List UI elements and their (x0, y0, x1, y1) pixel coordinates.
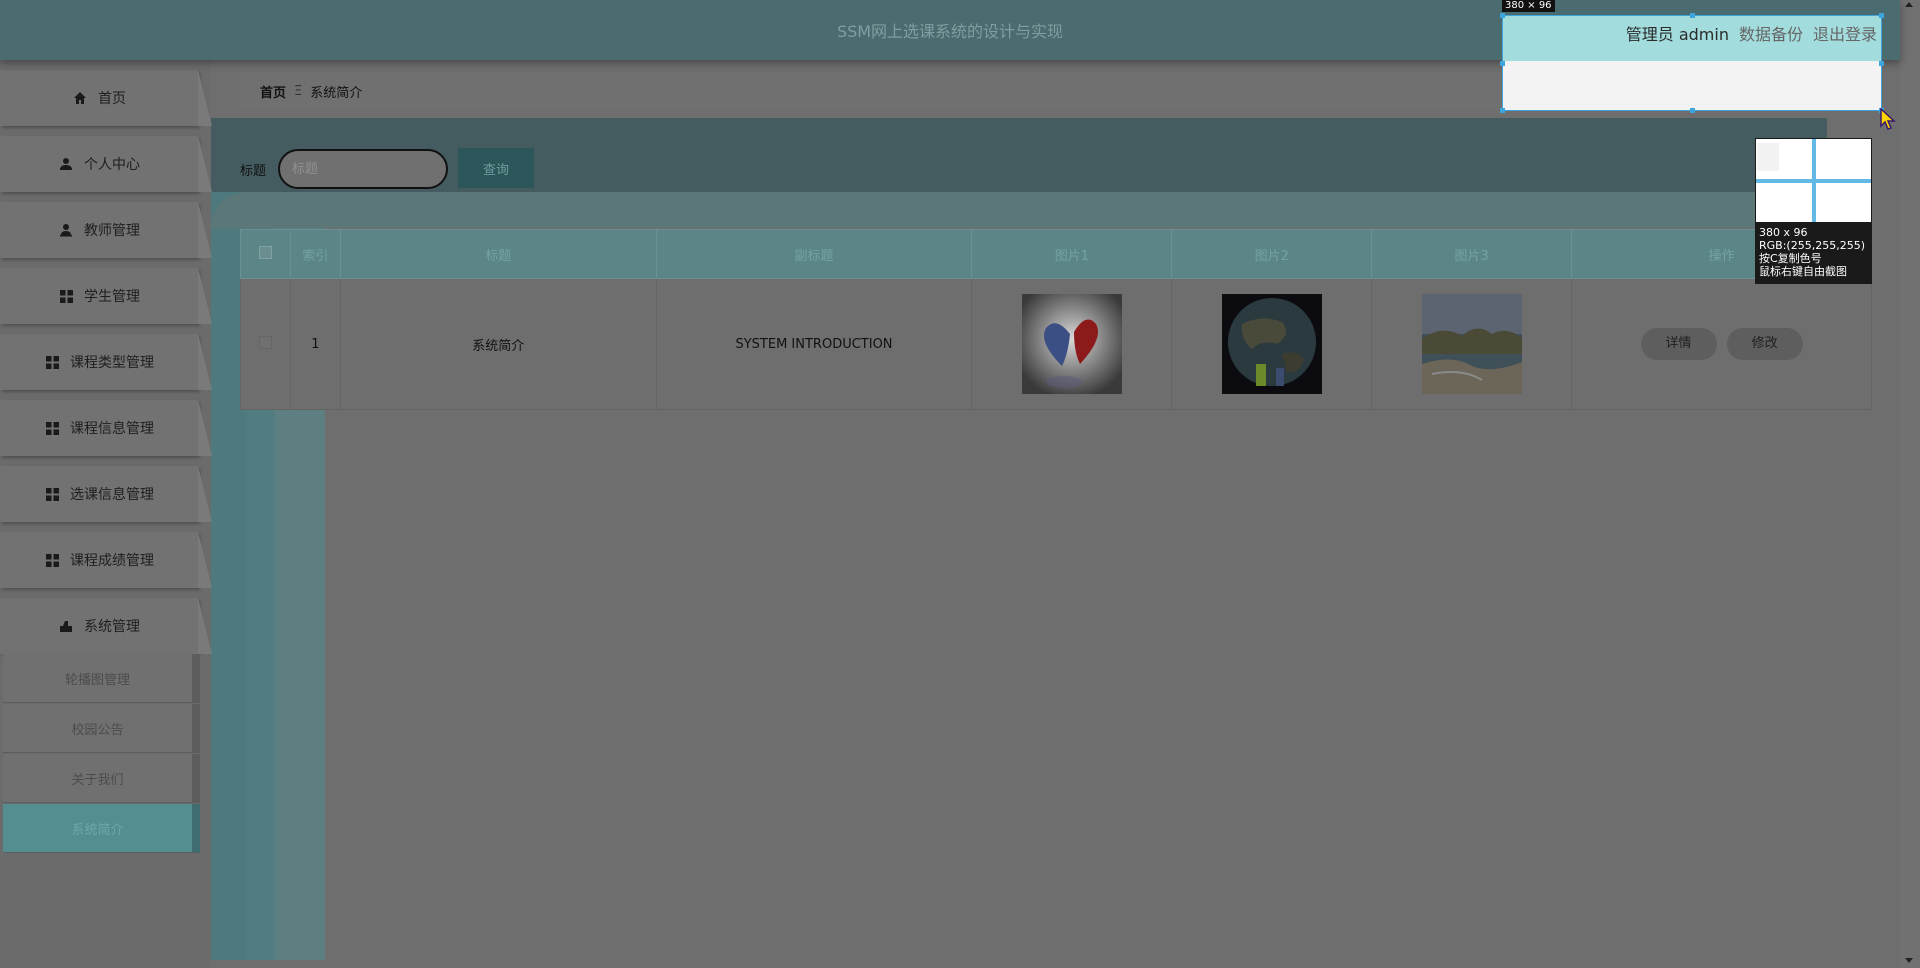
column-header: 副标题 (655, 229, 973, 279)
sidebar-item-label: 学生管理 (84, 289, 140, 305)
column-header: 图片3 (1371, 229, 1573, 279)
magnifier-pixel-area (1757, 143, 1779, 171)
resize-handle[interactable] (1879, 13, 1884, 18)
row-image-1-cell (971, 278, 1173, 410)
grid-icon (44, 354, 60, 370)
system-icon (58, 618, 74, 634)
user-icon (58, 156, 74, 172)
page-scrollbar[interactable] (1900, 0, 1920, 968)
scroll-down-icon[interactable] (1905, 958, 1913, 963)
logout-link[interactable]: 退出登录 (1813, 21, 1877, 45)
system-intro-table: 索引 标题 副标题 图片1 图片2 图片3 操作 1 系统简介 SYSTEM I… (240, 229, 1872, 410)
scroll-up-icon[interactable] (1905, 2, 1913, 7)
coastline-image[interactable] (1421, 294, 1522, 394)
sidebar-item-home[interactable]: 首页 (0, 70, 212, 126)
grid-icon (44, 552, 60, 568)
sidebar-item-label: 个人中心 (84, 157, 140, 173)
heart-balloons-image[interactable] (1021, 294, 1122, 394)
select-all-cell[interactable] (240, 229, 291, 279)
grid-icon (44, 420, 60, 436)
earth-figures-image[interactable] (1221, 294, 1322, 394)
sidebar: 首页 个人中心 教师管理 学生管理 课程类型管理 课程信息管理 选课信息管理 课… (0, 60, 212, 968)
row-select-cell[interactable] (240, 278, 291, 410)
resize-handle[interactable] (1690, 108, 1695, 113)
magnifier-info: 380 x 96 RGB:(255,255,255) 按C复制色号 鼠标右键自由… (1759, 226, 1865, 278)
sidebar-item-label: 系统管理 (84, 619, 140, 635)
magnifier-rgb: RGB:(255,255,255) (1759, 239, 1865, 252)
detail-button[interactable]: 详情 (1640, 328, 1717, 360)
sidebar-item-course-types[interactable]: 课程类型管理 (0, 334, 212, 390)
sidebar-item-course-info[interactable]: 课程信息管理 (0, 400, 212, 456)
breadcrumb-current: 系统简介 (310, 85, 363, 101)
snip-region-bottom (1503, 61, 1881, 110)
column-header: 标题 (339, 229, 657, 279)
user-toolbar: 管理员 admin 数据备份 退出登录 (1626, 21, 1877, 45)
grid-icon (44, 486, 60, 502)
search-panel (211, 118, 1827, 192)
sidebar-item-system[interactable]: 系统管理 (0, 598, 212, 654)
query-button[interactable]: 查询 (458, 148, 534, 188)
table-header-row: 索引 标题 副标题 图片1 图片2 图片3 操作 (240, 229, 1872, 279)
sidebar-item-label: 课程成绩管理 (70, 553, 154, 569)
sidebar-item-students[interactable]: 学生管理 (0, 268, 212, 324)
sidebar-item-label: 课程类型管理 (70, 355, 154, 371)
row-title: 系统简介 (339, 278, 657, 410)
sidebar-item-teachers[interactable]: 教师管理 (0, 202, 212, 258)
teacher-icon (58, 222, 74, 238)
sidebar-item-label: 课程信息管理 (70, 421, 154, 437)
row-actions-cell: 详情 修改 (1571, 278, 1872, 410)
mouse-cursor-icon (1880, 108, 1896, 130)
grid-icon (58, 288, 74, 304)
search-panel-lower (211, 192, 1827, 228)
row-checkbox[interactable] (258, 335, 272, 349)
select-all-checkbox[interactable] (258, 245, 272, 259)
sidebar-subitem-about[interactable]: 关于我们 (3, 754, 200, 803)
magnifier-size: 380 x 96 (1759, 226, 1808, 239)
magnifier-hint-copy: 按C复制色号 (1759, 252, 1822, 265)
row-image-2-cell (1171, 278, 1373, 410)
magnifier-hint-free: 鼠标右键自由截图 (1759, 265, 1847, 278)
column-header: 索引 (289, 229, 341, 279)
sidebar-item-profile[interactable]: 个人中心 (0, 136, 212, 192)
sidebar-item-grades[interactable]: 课程成绩管理 (0, 532, 212, 588)
sidebar-item-label: 选课信息管理 (70, 487, 154, 503)
sidebar-item-label: 首页 (98, 91, 126, 107)
row-image-3-cell (1371, 278, 1573, 410)
resize-handle[interactable] (1500, 13, 1505, 18)
snip-selection-box[interactable]: 管理员 admin 数据备份 退出登录 (1500, 13, 1884, 113)
column-header: 图片2 (1171, 229, 1373, 279)
sidebar-item-label: 教师管理 (84, 223, 140, 239)
home-icon (72, 90, 88, 106)
column-header: 图片1 (971, 229, 1173, 279)
row-index: 1 (289, 278, 341, 410)
resize-handle[interactable] (1879, 61, 1884, 66)
sidebar-item-enrollment[interactable]: 选课信息管理 (0, 466, 212, 522)
magnifier-view (1756, 139, 1871, 222)
sidebar-subitem-carousel[interactable]: 轮播图管理 (3, 654, 200, 703)
resize-handle[interactable] (1500, 108, 1505, 113)
table-row: 1 系统简介 SYSTEM INTRODUCTION 详情 修改 (240, 278, 1872, 410)
breadcrumb-separator: Ξ (294, 83, 303, 99)
backup-link[interactable]: 数据备份 (1739, 21, 1803, 45)
color-picker-magnifier: 380 x 96 RGB:(255,255,255) 按C复制色号 鼠标右键自由… (1755, 138, 1872, 284)
sidebar-subitem-system-intro[interactable]: 系统简介 (3, 804, 200, 853)
snip-size-label: 380 × 96 (1502, 0, 1555, 12)
row-subtitle: SYSTEM INTRODUCTION (655, 278, 973, 410)
search-label: 标题 (240, 164, 267, 179)
sidebar-subitem-announcements[interactable]: 校园公告 (3, 704, 200, 753)
admin-label: 管理员 admin (1625, 25, 1729, 44)
resize-handle[interactable] (1500, 61, 1505, 66)
resize-handle[interactable] (1690, 13, 1695, 18)
title-search-input[interactable] (278, 149, 448, 189)
crosshair-horizontal (1756, 179, 1871, 183)
edit-button[interactable]: 修改 (1726, 328, 1803, 360)
breadcrumb-home[interactable]: 首页 (260, 82, 286, 101)
